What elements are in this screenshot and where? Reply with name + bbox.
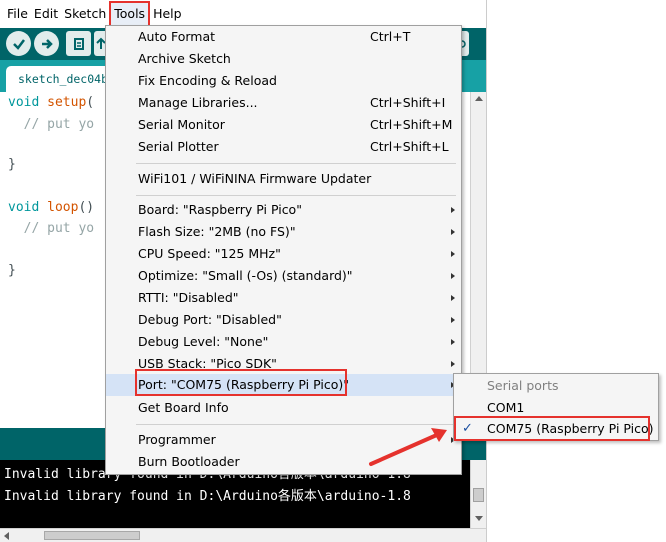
upload-icon (41, 38, 53, 49)
menu-separator (136, 163, 456, 164)
port-annotation-box (135, 369, 347, 396)
code-keyword: void (8, 95, 40, 110)
menu-item-flash-size[interactable]: Flash Size: "2MB (no FS)" (106, 221, 461, 243)
menu-item-rtti[interactable]: RTTI: "Disabled" (106, 287, 461, 309)
annotation-arrow-icon (369, 428, 447, 466)
code-punct: () (78, 200, 95, 215)
code-line: void setup( (8, 94, 94, 112)
menu-item-optimize[interactable]: Optimize: "Small (-Os) (standard)" (106, 265, 461, 287)
menu-sketch[interactable]: Sketch (61, 4, 109, 24)
code-line: // put yo (8, 220, 94, 238)
submenu-arrow-icon (451, 207, 455, 213)
menu-item-cpu-speed[interactable]: CPU Speed: "125 MHz" (106, 243, 461, 265)
submenu-arrow-icon (451, 251, 455, 257)
submenu-arrow-icon (451, 229, 455, 235)
submenu-arrow-icon (451, 361, 455, 367)
menu-separator (136, 195, 456, 196)
menu-item-archive-sketch[interactable]: Archive Sketch (106, 48, 461, 70)
menu-help[interactable]: Help (150, 4, 185, 24)
upload-button[interactable] (34, 31, 59, 56)
code-line: } (8, 156, 16, 174)
menu-item-manage-libraries[interactable]: Manage Libraries... Ctrl+Shift+I (106, 92, 461, 114)
scroll-thumb[interactable] (44, 531, 140, 540)
submenu-arrow-icon (451, 339, 455, 345)
submenu-arrow-icon (451, 317, 455, 323)
scroll-up-icon[interactable] (475, 96, 483, 101)
tab-sketch[interactable]: sketch_dec04b (6, 66, 110, 92)
menu-file[interactable]: File (4, 4, 31, 24)
menu-item-board[interactable]: Board: "Raspberry Pi Pico" (106, 199, 461, 221)
menu-tools[interactable]: Tools (109, 1, 151, 27)
new-sketch-button[interactable] (66, 31, 91, 56)
com75-annotation-box (454, 416, 650, 441)
code-punct: ( (86, 95, 95, 110)
code-function: loop (47, 200, 79, 215)
menu-edit[interactable]: Edit (31, 4, 61, 24)
tools-menu: Auto Format Ctrl+T Archive Sketch Fix Enc… (105, 25, 462, 475)
code-line: // put yo (8, 116, 94, 134)
menu-item-firmware-updater[interactable]: WiFi101 / WiFiNINA Firmware Updater (106, 168, 461, 190)
code-brace: } (8, 157, 16, 172)
submenu-arrow-icon (451, 295, 455, 301)
menu-item-serial-plotter[interactable]: Serial Plotter Ctrl+Shift+L (106, 136, 461, 158)
menu-item-debug-port[interactable]: Debug Port: "Disabled" (106, 309, 461, 331)
menu-item-debug-level[interactable]: Debug Level: "None" (106, 331, 461, 353)
code-comment: // put yo (23, 221, 95, 236)
console-line: Invalid library found in D:\Arduino各版本\a… (4, 489, 411, 504)
console-vertical-scrollbar[interactable] (470, 460, 486, 528)
submenu-header: Serial ports (487, 378, 559, 393)
verify-icon (12, 38, 25, 50)
scroll-left-icon[interactable] (4, 532, 9, 540)
menu-bar: File Edit Sketch Tools Help (0, 0, 486, 28)
background-pane (486, 0, 666, 542)
code-brace: } (8, 263, 16, 278)
scroll-down-icon[interactable] (475, 516, 483, 521)
scroll-thumb[interactable] (473, 488, 484, 502)
port-submenu: Serial ports COM1 ✓ COM75 (Raspberry Pi P… (453, 373, 659, 441)
menu-item-get-board-info[interactable]: Get Board Info (106, 397, 461, 419)
menu-item-serial-monitor[interactable]: Serial Monitor Ctrl+Shift+M (106, 114, 461, 136)
submenu-arrow-icon (451, 273, 455, 279)
verify-button[interactable] (6, 31, 31, 56)
code-line: } (8, 262, 16, 280)
code-comment: // put yo (23, 117, 95, 132)
code-function: setup (47, 95, 87, 110)
new-icon (73, 37, 84, 50)
horizontal-scrollbar[interactable] (0, 528, 486, 542)
menu-item-fix-encoding[interactable]: Fix Encoding & Reload (106, 70, 461, 92)
code-keyword: void (8, 200, 40, 215)
code-line: void loop() (8, 199, 94, 217)
menu-item-auto-format[interactable]: Auto Format Ctrl+T (106, 26, 461, 48)
